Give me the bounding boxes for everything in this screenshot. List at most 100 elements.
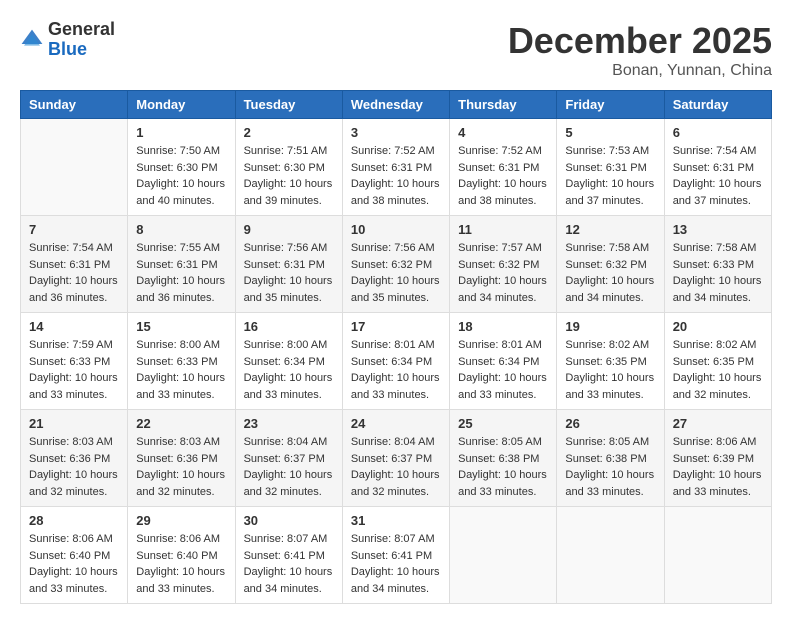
calendar-day-empty: [21, 119, 128, 216]
weekday-header-wednesday: Wednesday: [342, 91, 449, 119]
day-info: Sunrise: 7:57 AM Sunset: 6:32 PM Dayligh…: [458, 240, 548, 306]
day-info: Sunrise: 7:54 AM Sunset: 6:31 PM Dayligh…: [29, 240, 119, 306]
day-info: Sunrise: 7:54 AM Sunset: 6:31 PM Dayligh…: [673, 143, 763, 209]
day-info: Sunrise: 8:02 AM Sunset: 6:35 PM Dayligh…: [673, 337, 763, 403]
day-number: 8: [136, 222, 226, 237]
day-info: Sunrise: 8:06 AM Sunset: 6:40 PM Dayligh…: [29, 531, 119, 597]
calendar-day-3: 3Sunrise: 7:52 AM Sunset: 6:31 PM Daylig…: [342, 119, 449, 216]
calendar-day-21: 21Sunrise: 8:03 AM Sunset: 6:36 PM Dayli…: [21, 410, 128, 507]
day-info: Sunrise: 7:53 AM Sunset: 6:31 PM Dayligh…: [565, 143, 655, 209]
day-info: Sunrise: 8:03 AM Sunset: 6:36 PM Dayligh…: [29, 434, 119, 500]
day-number: 3: [351, 125, 441, 140]
calendar-day-8: 8 Sunrise: 7:55 AM Sunset: 6:31 PM Daylig…: [128, 216, 235, 313]
calendar-day-25: 25Sunrise: 8:05 AM Sunset: 6:38 PM Dayli…: [450, 410, 557, 507]
day-info: Sunrise: 7:51 AM Sunset: 6:30 PM Dayligh…: [244, 143, 334, 209]
logo: General Blue: [20, 20, 115, 60]
calendar-week-3: 14 Sunrise: 7:59 AM Sunset: 6:33 PM Dayli…: [21, 313, 772, 410]
weekday-header-friday: Friday: [557, 91, 664, 119]
day-number: 12: [565, 222, 655, 237]
day-info: Sunrise: 7:59 AM Sunset: 6:33 PM Dayligh…: [29, 337, 119, 403]
day-number: 15: [136, 319, 226, 334]
calendar-day-22: 22 Sunrise: 8:03 AM Sunset: 6:36 PM Dayli…: [128, 410, 235, 507]
day-number: 6: [673, 125, 763, 140]
logo-blue: Blue: [48, 39, 87, 59]
day-info: Sunrise: 8:03 AM Sunset: 6:36 PM Dayligh…: [136, 434, 226, 500]
day-number: 28: [29, 513, 119, 528]
day-info: Sunrise: 8:05 AM Sunset: 6:38 PM Dayligh…: [565, 434, 655, 500]
day-number: 20: [673, 319, 763, 334]
day-info: Sunrise: 8:01 AM Sunset: 6:34 PM Dayligh…: [458, 337, 548, 403]
calendar-header-row: SundayMondayTuesdayWednesdayThursdayFrid…: [21, 91, 772, 119]
calendar-day-16: 16 Sunrise: 8:00 AM Sunset: 6:34 PM Dayli…: [235, 313, 342, 410]
day-info: Sunrise: 8:06 AM Sunset: 6:39 PM Dayligh…: [673, 434, 763, 500]
weekday-header-monday: Monday: [128, 91, 235, 119]
day-number: 30: [244, 513, 334, 528]
day-info: Sunrise: 8:04 AM Sunset: 6:37 PM Dayligh…: [351, 434, 441, 500]
calendar-day-7: 7 Sunrise: 7:54 AM Sunset: 6:31 PM Daylig…: [21, 216, 128, 313]
weekday-header-saturday: Saturday: [664, 91, 771, 119]
day-info: Sunrise: 8:01 AM Sunset: 6:34 PM Dayligh…: [351, 337, 441, 403]
day-info: Sunrise: 7:56 AM Sunset: 6:31 PM Dayligh…: [244, 240, 334, 306]
day-number: 23: [244, 416, 334, 431]
calendar-day-11: 11 Sunrise: 7:57 AM Sunset: 6:32 PM Dayli…: [450, 216, 557, 313]
logo-icon: [20, 28, 44, 52]
calendar-day-14: 14 Sunrise: 7:59 AM Sunset: 6:33 PM Dayli…: [21, 313, 128, 410]
page-header: General Blue December 2025 Bonan, Yunnan…: [20, 20, 772, 80]
day-info: Sunrise: 7:58 AM Sunset: 6:33 PM Dayligh…: [673, 240, 763, 306]
day-number: 5: [565, 125, 655, 140]
day-number: 29: [136, 513, 226, 528]
calendar-week-5: 28 Sunrise: 8:06 AM Sunset: 6:40 PM Dayli…: [21, 507, 772, 604]
calendar-day-10: 10Sunrise: 7:56 AM Sunset: 6:32 PM Dayli…: [342, 216, 449, 313]
month-title: December 2025: [508, 20, 772, 62]
day-info: Sunrise: 7:52 AM Sunset: 6:31 PM Dayligh…: [458, 143, 548, 209]
day-info: Sunrise: 8:06 AM Sunset: 6:40 PM Dayligh…: [136, 531, 226, 597]
calendar-day-20: 20 Sunrise: 8:02 AM Sunset: 6:35 PM Dayli…: [664, 313, 771, 410]
weekday-header-sunday: Sunday: [21, 91, 128, 119]
day-info: Sunrise: 7:56 AM Sunset: 6:32 PM Dayligh…: [351, 240, 441, 306]
calendar-day-9: 9 Sunrise: 7:56 AM Sunset: 6:31 PM Daylig…: [235, 216, 342, 313]
calendar-day-1: 1Sunrise: 7:50 AM Sunset: 6:30 PM Daylig…: [128, 119, 235, 216]
day-number: 26: [565, 416, 655, 431]
day-number: 9: [244, 222, 334, 237]
day-info: Sunrise: 7:55 AM Sunset: 6:31 PM Dayligh…: [136, 240, 226, 306]
day-info: Sunrise: 7:58 AM Sunset: 6:32 PM Dayligh…: [565, 240, 655, 306]
calendar-day-12: 12 Sunrise: 7:58 AM Sunset: 6:32 PM Dayli…: [557, 216, 664, 313]
calendar-day-28: 28 Sunrise: 8:06 AM Sunset: 6:40 PM Dayli…: [21, 507, 128, 604]
calendar-day-29: 29 Sunrise: 8:06 AM Sunset: 6:40 PM Dayli…: [128, 507, 235, 604]
location: Bonan, Yunnan, China: [508, 62, 772, 80]
day-number: 2: [244, 125, 334, 140]
calendar-day-31: 31 Sunrise: 8:07 AM Sunset: 6:41 PM Dayli…: [342, 507, 449, 604]
day-number: 16: [244, 319, 334, 334]
calendar-day-17: 17 Sunrise: 8:01 AM Sunset: 6:34 PM Dayli…: [342, 313, 449, 410]
day-info: Sunrise: 8:00 AM Sunset: 6:34 PM Dayligh…: [244, 337, 334, 403]
day-info: Sunrise: 8:02 AM Sunset: 6:35 PM Dayligh…: [565, 337, 655, 403]
day-info: Sunrise: 8:00 AM Sunset: 6:33 PM Dayligh…: [136, 337, 226, 403]
calendar-week-2: 7 Sunrise: 7:54 AM Sunset: 6:31 PM Daylig…: [21, 216, 772, 313]
day-number: 19: [565, 319, 655, 334]
calendar-day-2: 2 Sunrise: 7:51 AM Sunset: 6:30 PM Daylig…: [235, 119, 342, 216]
day-info: Sunrise: 8:04 AM Sunset: 6:37 PM Dayligh…: [244, 434, 334, 500]
logo-text: General Blue: [48, 20, 115, 60]
day-number: 7: [29, 222, 119, 237]
day-number: 11: [458, 222, 548, 237]
calendar-day-23: 23 Sunrise: 8:04 AM Sunset: 6:37 PM Dayli…: [235, 410, 342, 507]
calendar-week-1: 1Sunrise: 7:50 AM Sunset: 6:30 PM Daylig…: [21, 119, 772, 216]
day-number: 22: [136, 416, 226, 431]
calendar-day-empty: [664, 507, 771, 604]
day-number: 18: [458, 319, 548, 334]
day-number: 4: [458, 125, 548, 140]
calendar-day-19: 19 Sunrise: 8:02 AM Sunset: 6:35 PM Dayli…: [557, 313, 664, 410]
calendar-day-13: 13 Sunrise: 7:58 AM Sunset: 6:33 PM Dayli…: [664, 216, 771, 313]
day-info: Sunrise: 8:07 AM Sunset: 6:41 PM Dayligh…: [351, 531, 441, 597]
calendar-day-4: 4 Sunrise: 7:52 AM Sunset: 6:31 PM Daylig…: [450, 119, 557, 216]
title-block: December 2025 Bonan, Yunnan, China: [508, 20, 772, 80]
day-number: 13: [673, 222, 763, 237]
day-number: 17: [351, 319, 441, 334]
calendar-day-27: 27Sunrise: 8:06 AM Sunset: 6:39 PM Dayli…: [664, 410, 771, 507]
weekday-header-thursday: Thursday: [450, 91, 557, 119]
day-info: Sunrise: 8:05 AM Sunset: 6:38 PM Dayligh…: [458, 434, 548, 500]
day-number: 31: [351, 513, 441, 528]
day-number: 14: [29, 319, 119, 334]
calendar-day-15: 15 Sunrise: 8:00 AM Sunset: 6:33 PM Dayli…: [128, 313, 235, 410]
calendar-week-4: 21Sunrise: 8:03 AM Sunset: 6:36 PM Dayli…: [21, 410, 772, 507]
